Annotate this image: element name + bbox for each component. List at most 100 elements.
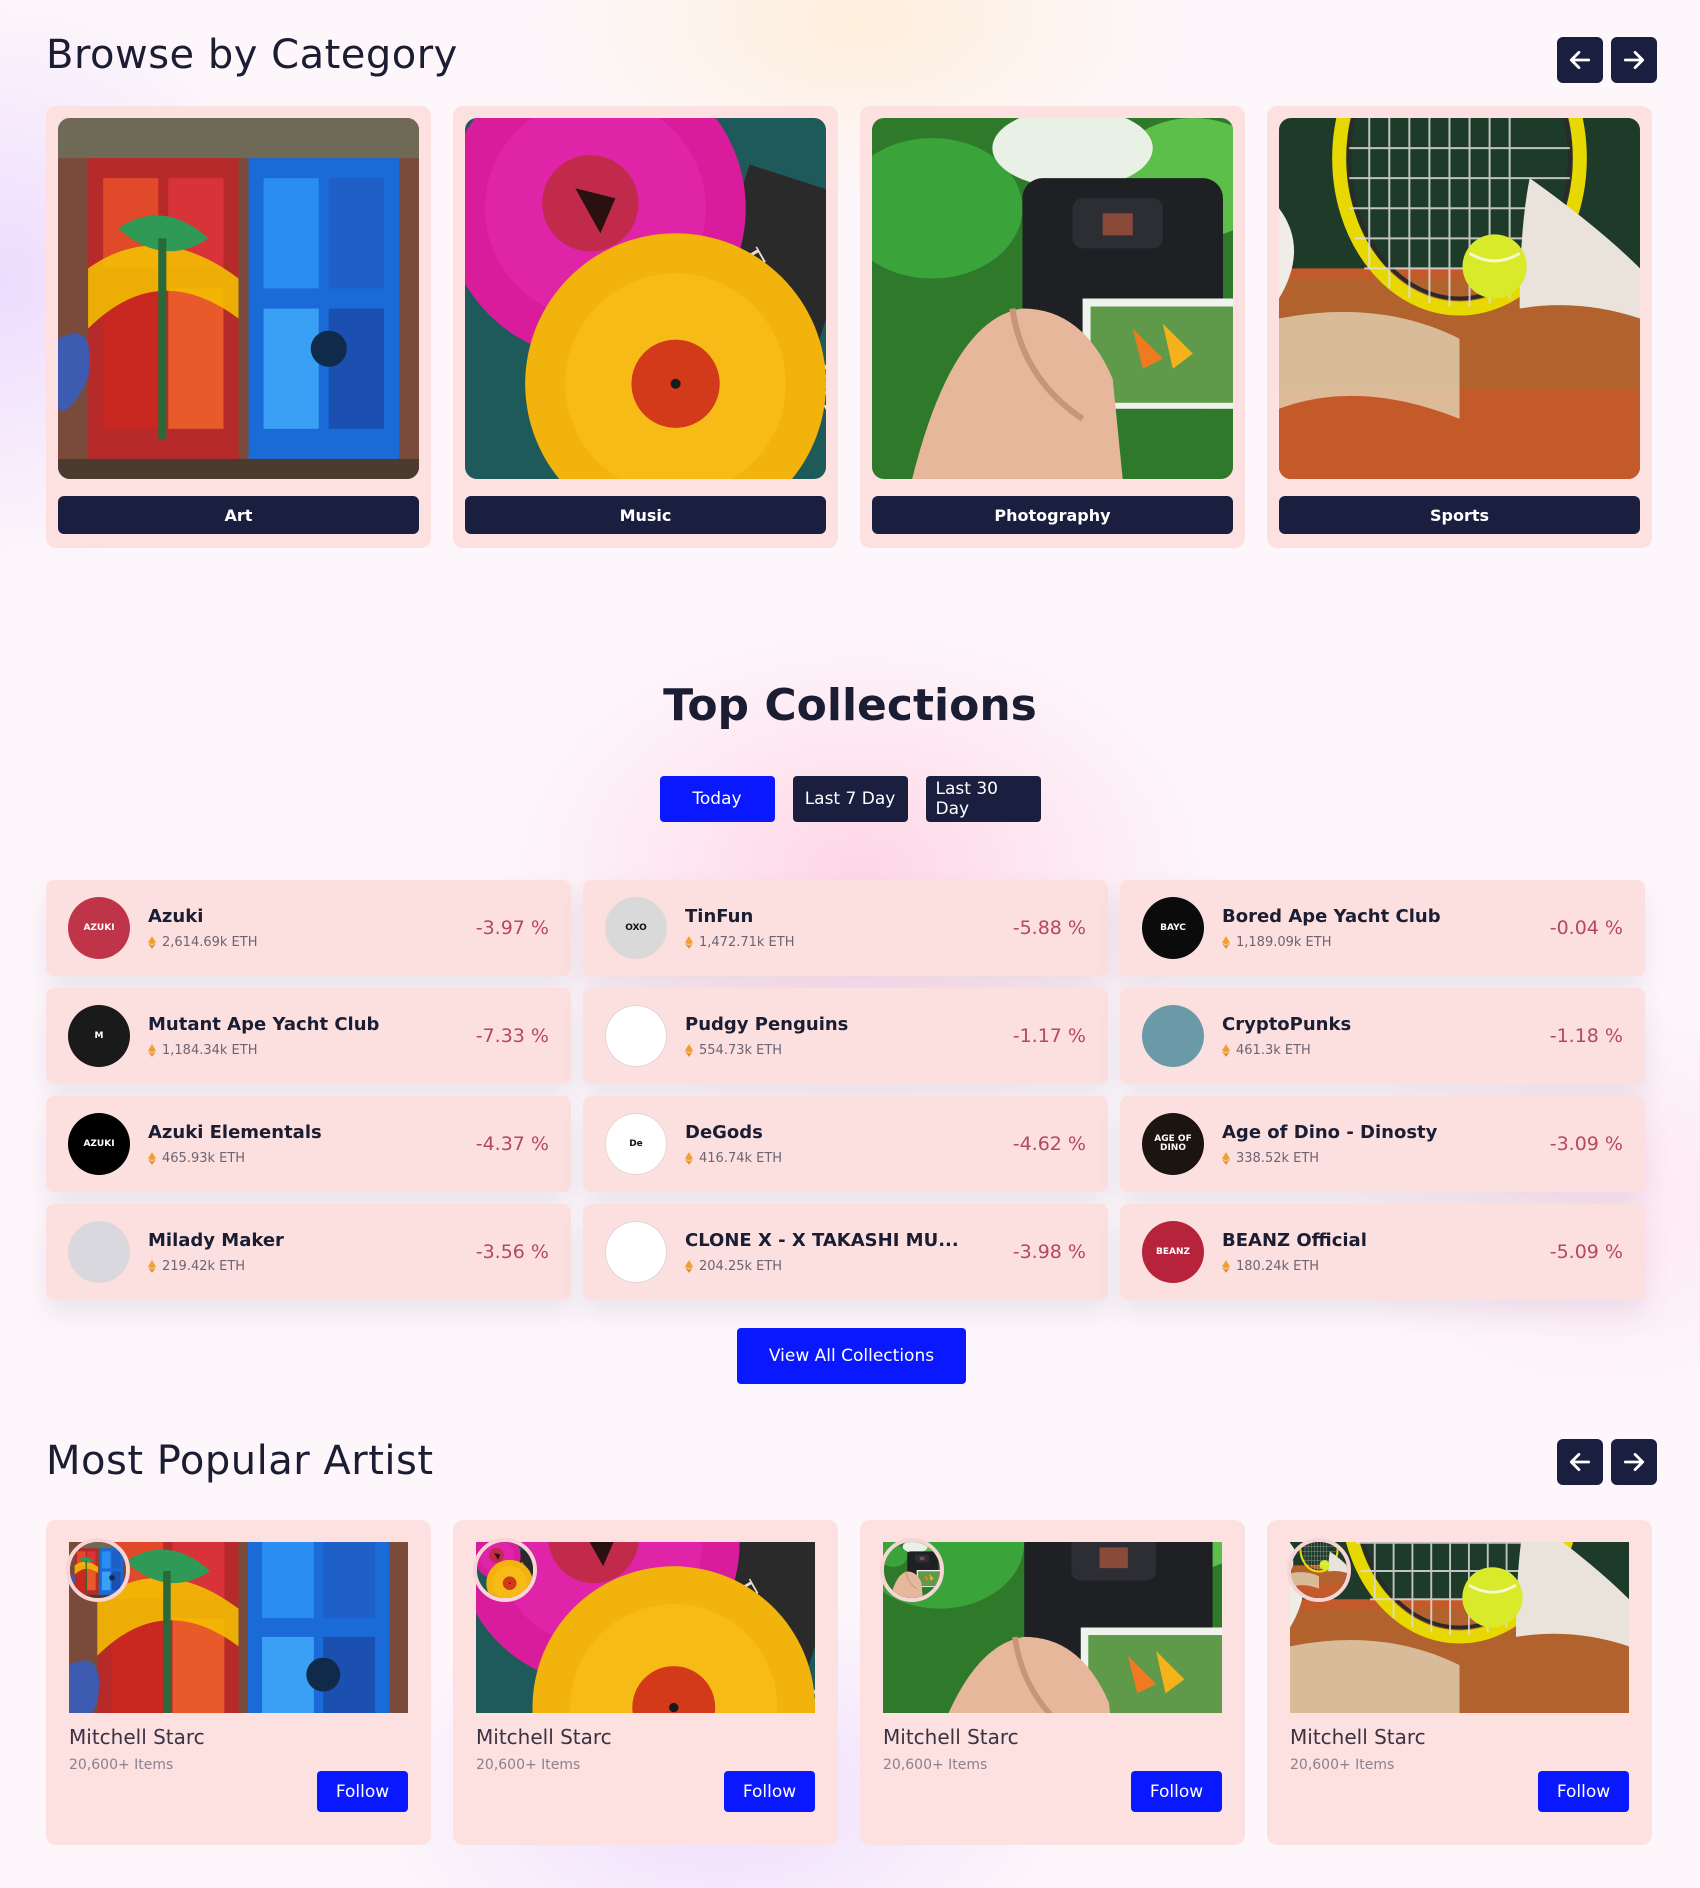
collection-avatar: BAYC [1142, 897, 1204, 959]
ethereum-icon [148, 1260, 156, 1273]
category-prev-button[interactable] [1557, 37, 1603, 83]
artist-name: Mitchell Starc [69, 1725, 205, 1749]
collection-avatar [68, 1221, 130, 1283]
artist-carousel-controls [1557, 1439, 1657, 1485]
arrow-left-icon [1567, 1449, 1593, 1475]
collection-volume-value: 2,614.69k ETH [162, 935, 258, 950]
collection-volume: 219.42k ETH [148, 1259, 476, 1274]
collection-volume-value: 416.74k ETH [699, 1151, 783, 1166]
follow-button[interactable]: Follow [1538, 1771, 1629, 1812]
artist-list: Mitchell Starc 20,600+ Items Follow Mitc… [46, 1520, 1652, 1845]
art-category-image [58, 118, 419, 479]
collection-avatar: AGE OF DINO [1142, 1113, 1204, 1175]
artist-next-button[interactable] [1611, 1439, 1657, 1485]
collection-row[interactable]: CLONE X - X TAKASHI MU... 204.25k ETH -3.9… [583, 1204, 1108, 1300]
collection-volume-value: 1,472.71k ETH [699, 935, 795, 950]
collection-row[interactable]: AZUKI Azuki 2,614.69k ETH -3.97 % [46, 880, 571, 976]
artist-name: Mitchell Starc [476, 1725, 612, 1749]
collection-volume: 338.52k ETH [1222, 1151, 1550, 1166]
collection-change-percent: -7.33 % [475, 1025, 549, 1047]
collection-volume: 1,184.34k ETH [148, 1043, 476, 1058]
collection-volume-value: 338.52k ETH [1236, 1151, 1320, 1166]
category-next-button[interactable] [1611, 37, 1657, 83]
collection-avatar-text: BEANZ [1155, 1246, 1191, 1257]
collection-avatar-text: AZUKI [83, 922, 115, 933]
artist-name: Mitchell Starc [1290, 1725, 1426, 1749]
collection-row[interactable]: AGE OF DINO Age of Dino - Dinosty 338.52k … [1120, 1096, 1645, 1192]
collection-row[interactable]: Milady Maker 219.42k ETH -3.56 % [46, 1204, 571, 1300]
collection-row[interactable]: Pudgy Penguins 554.73k ETH -1.17 % [583, 988, 1108, 1084]
collection-change-percent: -4.37 % [475, 1133, 549, 1155]
collection-row[interactable]: De DeGods 416.74k ETH -4.62 % [583, 1096, 1108, 1192]
collection-volume-value: 554.73k ETH [699, 1043, 783, 1058]
collection-name: Azuki Elementals [148, 1122, 322, 1143]
collection-row[interactable]: OXO TinFun 1,472.71k ETH -5.88 % [583, 880, 1108, 976]
arrow-left-icon [1567, 47, 1593, 73]
category-label[interactable]: Art [58, 496, 419, 534]
collection-info: Milady Maker 219.42k ETH [148, 1230, 476, 1274]
category-card-music[interactable]: Music [453, 106, 838, 548]
filter-today-button[interactable]: Today [659, 776, 775, 822]
artist-card[interactable]: Mitchell Starc 20,600+ Items Follow [860, 1520, 1245, 1845]
collection-volume-value: 1,184.34k ETH [162, 1043, 258, 1058]
category-carousel-controls [1557, 37, 1657, 83]
artist-avatar [880, 1538, 944, 1602]
collection-avatar: De [605, 1113, 667, 1175]
collection-name: Azuki [148, 906, 204, 927]
collection-name: Age of Dino - Dinosty [1222, 1122, 1438, 1143]
filter-30-day-button[interactable]: Last 30 Day [925, 776, 1041, 822]
collection-info: TinFun 1,472.71k ETH [685, 906, 1013, 950]
collection-volume: 554.73k ETH [685, 1043, 1013, 1058]
filter-7-day-button[interactable]: Last 7 Day [792, 776, 908, 822]
follow-button[interactable]: Follow [724, 1771, 815, 1812]
category-card-photography[interactable]: Photography [860, 106, 1245, 548]
collection-row[interactable]: CryptoPunks 461.3k ETH -1.18 % [1120, 988, 1645, 1084]
artist-card[interactable]: Mitchell Starc 20,600+ Items Follow [46, 1520, 431, 1845]
collection-info: DeGods 416.74k ETH [685, 1122, 1013, 1166]
collection-name: BEANZ Official [1222, 1230, 1367, 1251]
category-card-sports[interactable]: Sports [1267, 106, 1652, 548]
collection-row[interactable]: BAYC Bored Ape Yacht Club 1,189.09k ETH -0.… [1120, 880, 1645, 976]
collection-info: Bored Ape Yacht Club 1,189.09k ETH [1222, 906, 1550, 950]
category-label[interactable]: Sports [1279, 496, 1640, 534]
photography-category-image [872, 118, 1233, 479]
follow-button[interactable]: Follow [317, 1771, 408, 1812]
follow-button[interactable]: Follow [1131, 1771, 1222, 1812]
artist-avatar [473, 1538, 537, 1602]
sports-category-image [1279, 118, 1640, 479]
collection-info: Mutant Ape Yacht Club 1,184.34k ETH [148, 1014, 476, 1058]
collection-name: DeGods [685, 1122, 763, 1143]
collection-name: CLONE X - X TAKASHI MU... [685, 1230, 959, 1251]
collection-row[interactable]: AZUKI Azuki Elementals 465.93k ETH -4.37 % [46, 1096, 571, 1192]
collection-avatar-text: De [629, 1138, 643, 1149]
collection-avatar: BEANZ [1142, 1221, 1204, 1283]
collection-avatar [605, 1221, 667, 1283]
artist-card[interactable]: Mitchell Starc 20,600+ Items Follow [453, 1520, 838, 1845]
collection-info: Pudgy Penguins 554.73k ETH [685, 1014, 1013, 1058]
collection-info: Age of Dino - Dinosty 338.52k ETH [1222, 1122, 1550, 1166]
collection-change-percent: -4.62 % [1012, 1133, 1086, 1155]
collection-change-percent: -3.97 % [475, 917, 549, 939]
ethereum-icon [1222, 1260, 1230, 1273]
collections-list: AZUKI Azuki 2,614.69k ETH -3.97 % OXO TinFun 1… [46, 880, 1646, 1300]
category-label[interactable]: Photography [872, 496, 1233, 534]
category-list: Art Music Photography Sports [46, 106, 1652, 548]
collection-volume: 204.25k ETH [685, 1259, 1013, 1274]
collection-change-percent: -5.88 % [1012, 917, 1086, 939]
arrow-right-icon [1621, 47, 1647, 73]
collection-name: CryptoPunks [1222, 1014, 1352, 1035]
collection-row[interactable]: M Mutant Ape Yacht Club 1,184.34k ETH -7.33… [46, 988, 571, 1084]
ethereum-icon [148, 1152, 156, 1165]
collection-name: TinFun [685, 906, 754, 927]
artist-name: Mitchell Starc [883, 1725, 1019, 1749]
collection-volume-value: 219.42k ETH [162, 1259, 246, 1274]
category-label[interactable]: Music [465, 496, 826, 534]
category-card-art[interactable]: Art [46, 106, 431, 548]
artist-card[interactable]: Mitchell Starc 20,600+ Items Follow [1267, 1520, 1652, 1845]
collection-volume: 1,472.71k ETH [685, 935, 1013, 950]
collection-volume: 2,614.69k ETH [148, 935, 476, 950]
collection-row[interactable]: BEANZ BEANZ Official 180.24k ETH -5.09 % [1120, 1204, 1645, 1300]
artist-prev-button[interactable] [1557, 1439, 1603, 1485]
view-all-collections-button[interactable]: View All Collections [737, 1328, 966, 1384]
artist-avatar [1287, 1538, 1351, 1602]
